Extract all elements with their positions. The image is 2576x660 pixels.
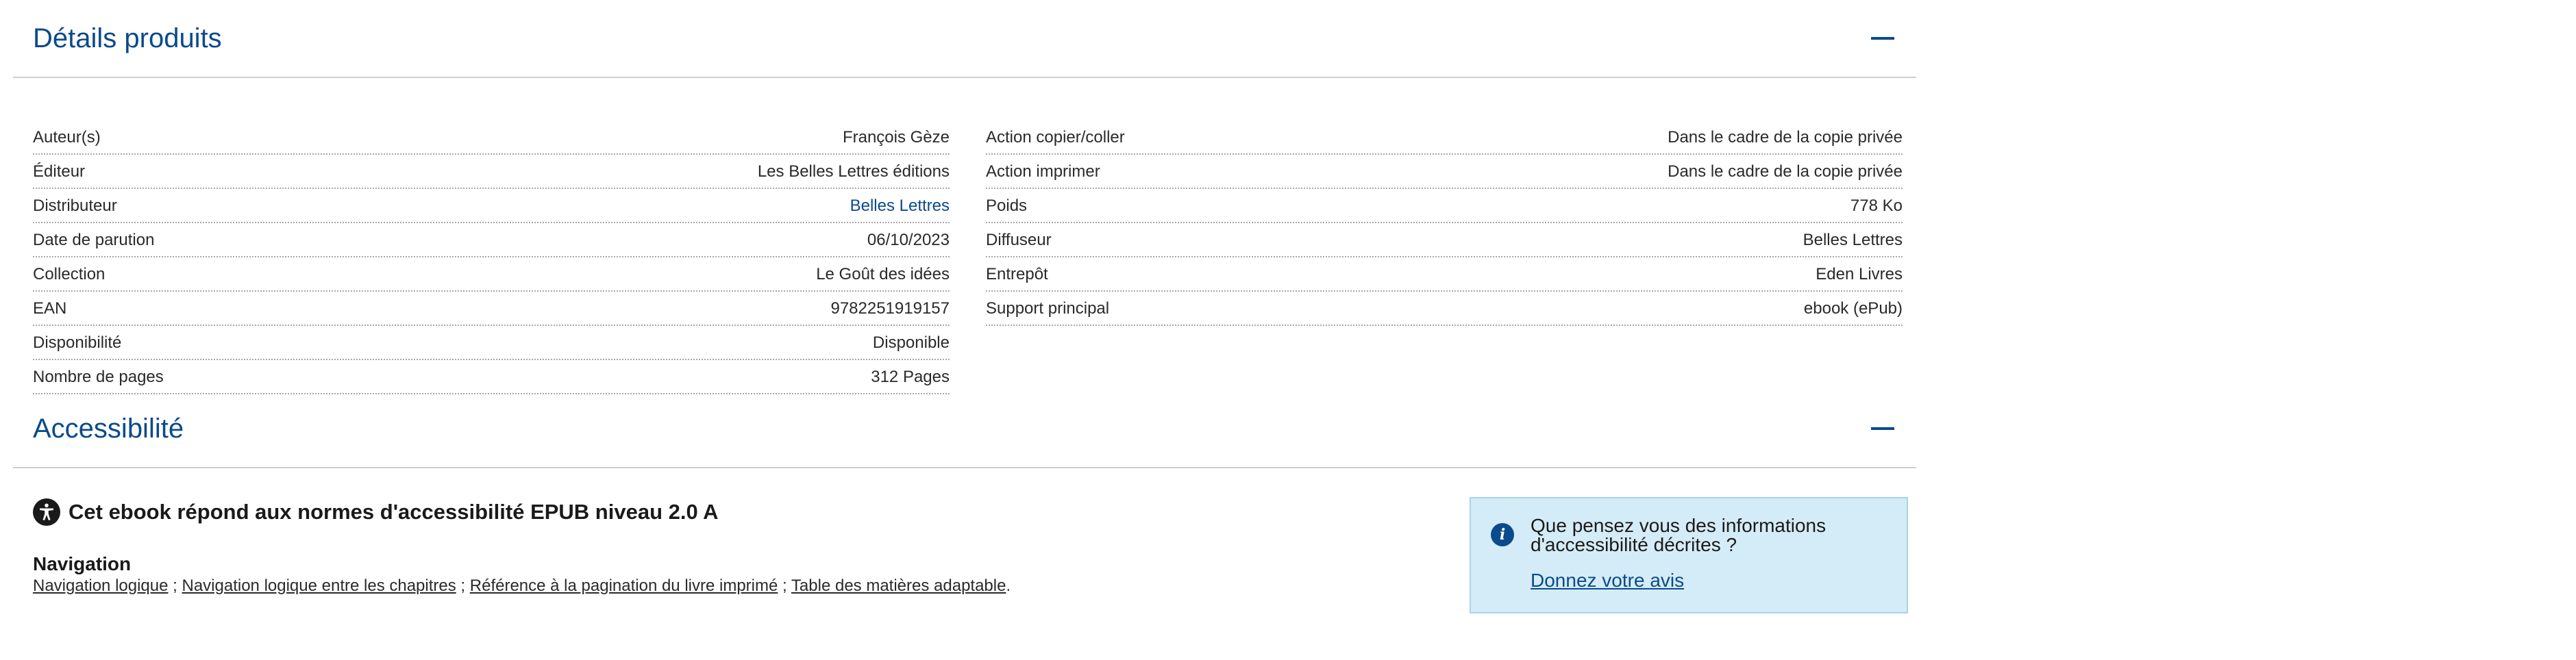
detail-label: Action copier/coller (986, 128, 1125, 147)
detail-value: ebook (ePub) (1803, 299, 1903, 318)
accessibility-panel: Cet ebook répond aux normes d'accessibil… (13, 468, 1916, 660)
detail-row-collection: Collection Le Goût des idées (33, 257, 950, 292)
detail-value: 778 Ko (1850, 196, 1903, 215)
nav-link-logical-navigation[interactable]: Navigation logique (33, 576, 168, 595)
detail-label: Distributeur (33, 196, 117, 215)
detail-value: Les Belles Lettres éditions (757, 162, 950, 181)
detail-label: Collection (33, 265, 106, 283)
detail-label: Auteur(s) (33, 128, 101, 147)
detail-row-warehouse: Entrepôt Eden Livres (986, 257, 1903, 292)
end-punctuation: . (1006, 576, 1011, 595)
detail-label: Date de parution (33, 231, 155, 249)
detail-row-page-count: Nombre de pages 312 Pages (33, 360, 950, 394)
detail-value: Dans le cadre de la copie privée (1668, 128, 1903, 147)
detail-label: Nombre de pages (33, 368, 164, 386)
detail-label: Diffuseur (986, 231, 1052, 249)
detail-row-distributor: Distributeur Belles Lettres (33, 189, 950, 223)
detail-value: Disponible (872, 333, 950, 352)
details-collapse-button[interactable] (1869, 25, 1896, 52)
info-icon: i (1491, 523, 1514, 546)
feedback-box: i Que pensez vous des informations d'acc… (1470, 497, 1908, 613)
minus-icon (1871, 427, 1894, 430)
detail-value: François Gèze (842, 128, 950, 147)
accessibility-person-icon (33, 498, 60, 526)
accessibility-statement: Cet ebook répond aux normes d'accessibil… (69, 500, 719, 524)
details-section-header[interactable]: Détails produits (13, 0, 1916, 78)
nav-link-chapter-navigation[interactable]: Navigation logique entre les chapitres (182, 576, 456, 595)
page: Détails produits Auteur(s) François Gèze… (0, 0, 2576, 660)
detail-row-weight: Poids 778 Ko (986, 189, 1903, 223)
accessibility-collapse-button[interactable] (1869, 415, 1896, 442)
details-section-title: Détails produits (33, 23, 222, 53)
detail-label: Éditeur (33, 162, 86, 181)
detail-row-copy-paste: Action copier/coller Dans le cadre de la… (986, 120, 1903, 155)
minus-icon (1871, 37, 1894, 40)
detail-value: Belles Lettres (1803, 231, 1903, 249)
separator: ; (168, 576, 182, 595)
detail-value: Dans le cadre de la copie privée (1668, 162, 1903, 181)
detail-value: 06/10/2023 (867, 231, 950, 249)
detail-row-diffuser: Diffuseur Belles Lettres (986, 223, 1903, 257)
detail-row-author: Auteur(s) François Gèze (33, 120, 950, 155)
details-left-column: Auteur(s) François Gèze Éditeur Les Bell… (33, 120, 950, 394)
accessibility-statement-row: Cet ebook répond aux normes d'accessibil… (33, 498, 719, 526)
detail-label: Action imprimer (986, 162, 1100, 181)
detail-row-main-format: Support principal ebook (ePub) (986, 292, 1903, 326)
detail-row-publisher: Éditeur Les Belles Lettres éditions (33, 155, 950, 189)
nav-link-adaptable-toc[interactable]: Table des matières adaptable (791, 576, 1006, 595)
navigation-heading: Navigation (33, 553, 132, 574)
product-content: Détails produits Auteur(s) François Gèze… (13, 0, 1916, 660)
separator: ; (456, 576, 470, 595)
navigation-links: Navigation logique ; Navigation logique … (33, 576, 1011, 596)
detail-row-ean: EAN 9782251919157 (33, 292, 950, 326)
detail-value: 9782251919157 (830, 299, 950, 318)
details-panel: Auteur(s) François Gèze Éditeur Les Bell… (13, 78, 1916, 394)
separator: ; (778, 576, 791, 595)
detail-label: Support principal (986, 299, 1110, 318)
details-right-column: Action copier/coller Dans le cadre de la… (986, 120, 1903, 326)
detail-value: Eden Livres (1816, 265, 1903, 283)
detail-label: Entrepôt (986, 265, 1048, 283)
detail-value: 312 Pages (871, 368, 950, 386)
detail-row-release-date: Date de parution 06/10/2023 (33, 223, 950, 257)
feedback-question: Que pensez vous des informations d'acces… (1531, 515, 1826, 555)
distributor-link[interactable]: Belles Lettres (850, 196, 950, 216)
detail-label: Disponibilité (33, 333, 122, 352)
detail-row-print: Action imprimer Dans le cadre de la copi… (986, 155, 1903, 189)
accessibility-section-title: Accessibilité (33, 414, 184, 444)
accessibility-section-header[interactable]: Accessibilité (13, 390, 1916, 468)
detail-label: EAN (33, 299, 67, 318)
feedback-link[interactable]: Donnez votre avis (1531, 570, 1684, 592)
detail-row-availability: Disponibilité Disponible (33, 326, 950, 360)
detail-value: Le Goût des idées (816, 265, 950, 283)
nav-link-print-pagination[interactable]: Référence à la pagination du livre impri… (470, 576, 778, 595)
detail-label: Poids (986, 196, 1028, 215)
